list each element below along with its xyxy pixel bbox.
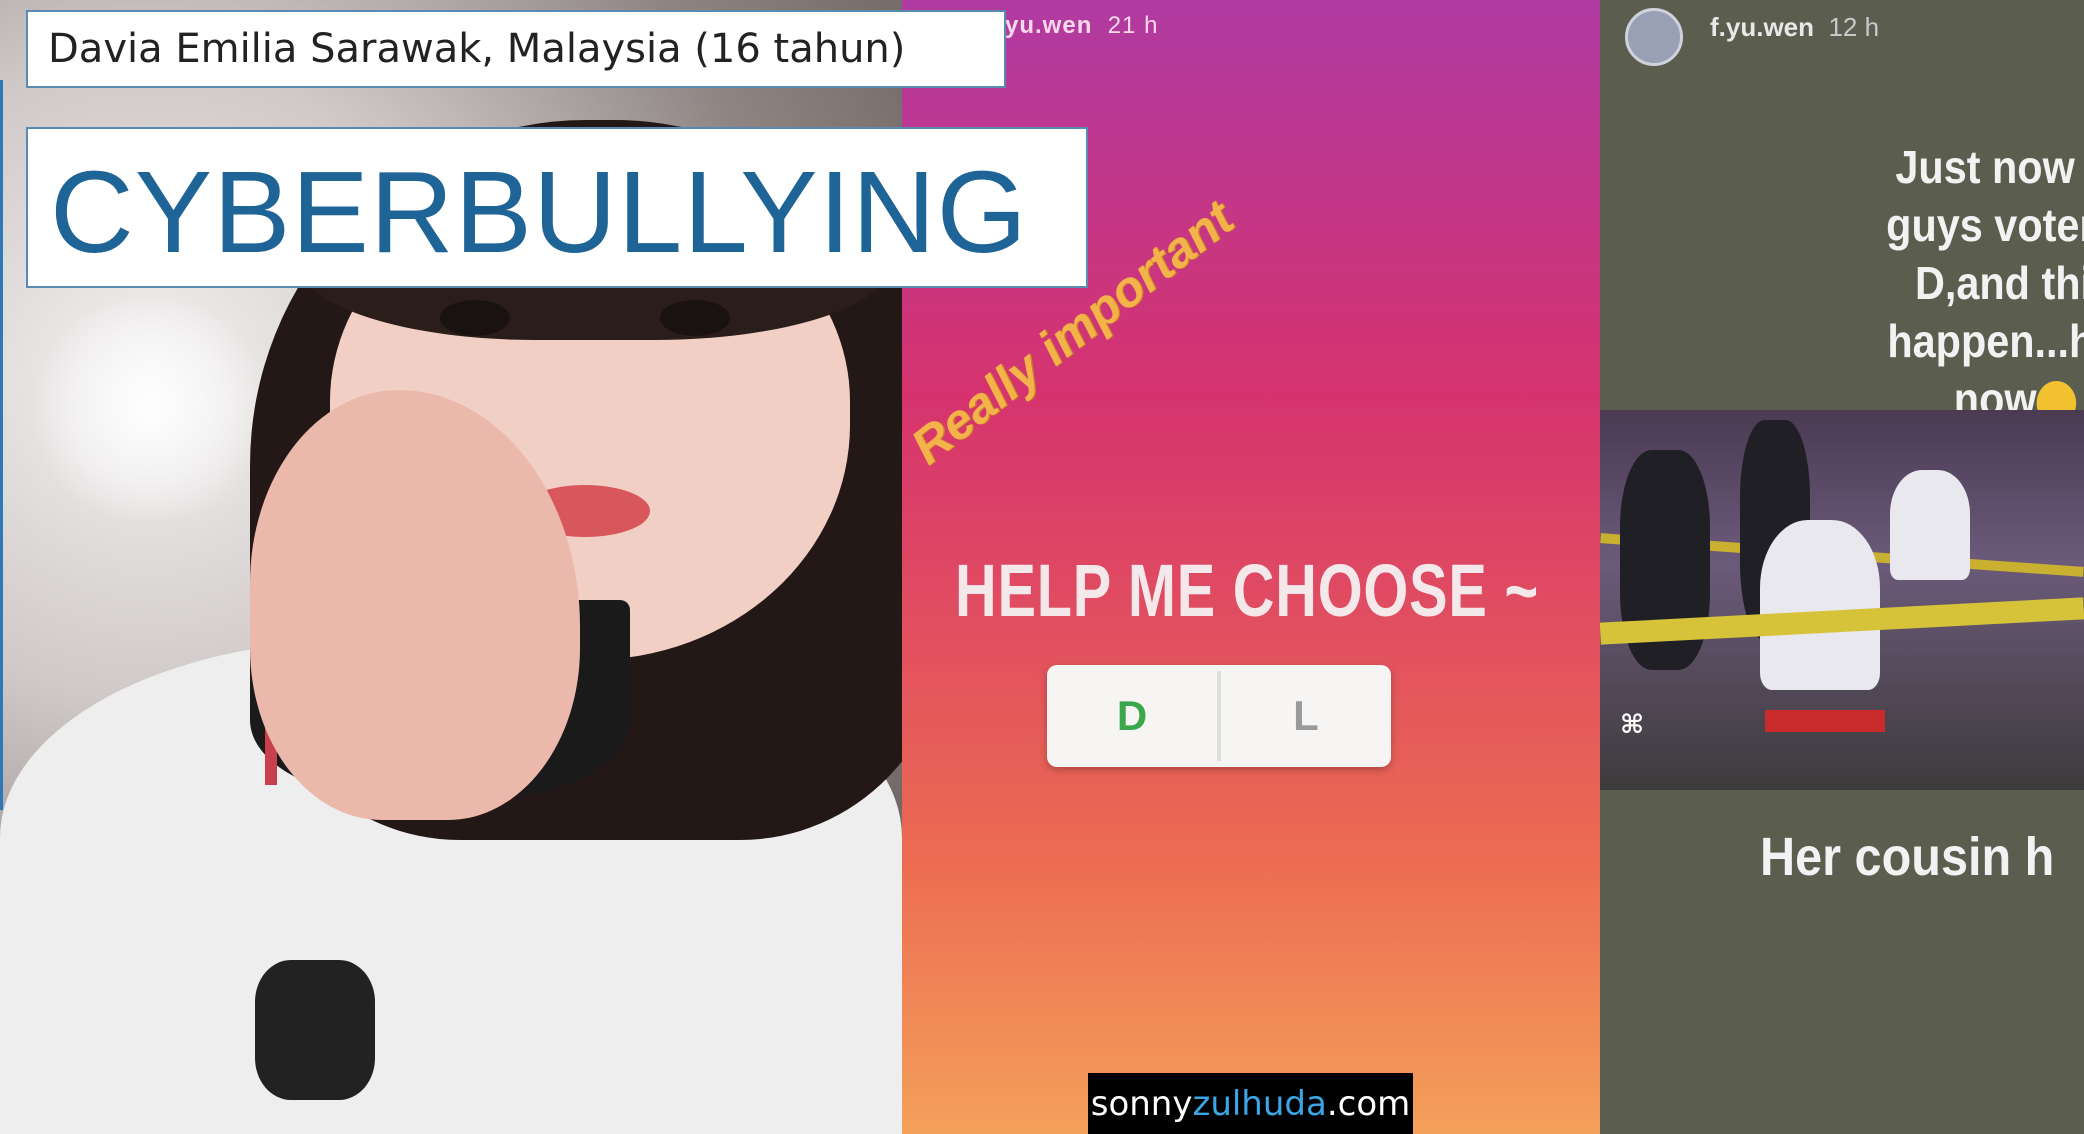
poll-option-l[interactable]: L (1221, 665, 1391, 767)
left-eye (440, 300, 510, 336)
page-title: CYBERBULLYING (50, 147, 1028, 277)
watermark-prefix: sonny (1090, 1083, 1193, 1124)
story-username-text: yu.wen (1005, 12, 1093, 39)
slide: yu.wen 21 h Really important HELP ME CHO… (0, 0, 2084, 1134)
caption-line-1: Just now yo (1895, 141, 2075, 193)
story-username-right: f.yu.wen 12 h (1710, 12, 1879, 43)
shirt-emblem (255, 960, 375, 1100)
news-banner (1765, 710, 1885, 732)
news-logo-icon: ⌘ (1620, 710, 1645, 740)
news-scene-image: ⌘ (1600, 410, 2084, 790)
story-time-text-right: 12 h (1828, 12, 1880, 42)
person-white-clothing (1760, 520, 1880, 690)
story-username-text-right: f.yu.wen (1710, 12, 1815, 42)
caption-line-2: guys voters f (1886, 199, 2084, 251)
window-light (20, 300, 280, 520)
story-caption: Just now yo guys voters f D,and this hap… (1790, 138, 2084, 428)
avatar (1625, 8, 1683, 66)
subject-caption: Davia Emilia Sarawak, Malaysia (16 tahun… (48, 26, 906, 72)
person-white-clothing (1890, 470, 1970, 580)
story-time-text: 21 h (1107, 12, 1159, 39)
watermark-accent: zulhuda (1192, 1083, 1327, 1124)
right-eye (660, 300, 730, 336)
story-username-left: yu.wen 21 h (1005, 12, 1158, 40)
accent-rule (0, 80, 3, 810)
poll-question: HELP ME CHOOSE ~ (955, 549, 1539, 632)
story-bottom-caption: Her cousin h (1760, 827, 2055, 887)
site-watermark: sonny zulhuda .com (1088, 1073, 1413, 1134)
poll-option-d[interactable]: D (1047, 665, 1217, 767)
caption-line-3: D,and this (1914, 257, 2084, 309)
caption-line-4: happen...hap (1887, 315, 2084, 367)
watermark-suffix: .com (1326, 1083, 1411, 1124)
subject-caption-box: Davia Emilia Sarawak, Malaysia (16 tahun… (26, 10, 1006, 88)
poll-widget: D L (1047, 665, 1391, 767)
title-box: CYBERBULLYING (26, 127, 1088, 288)
